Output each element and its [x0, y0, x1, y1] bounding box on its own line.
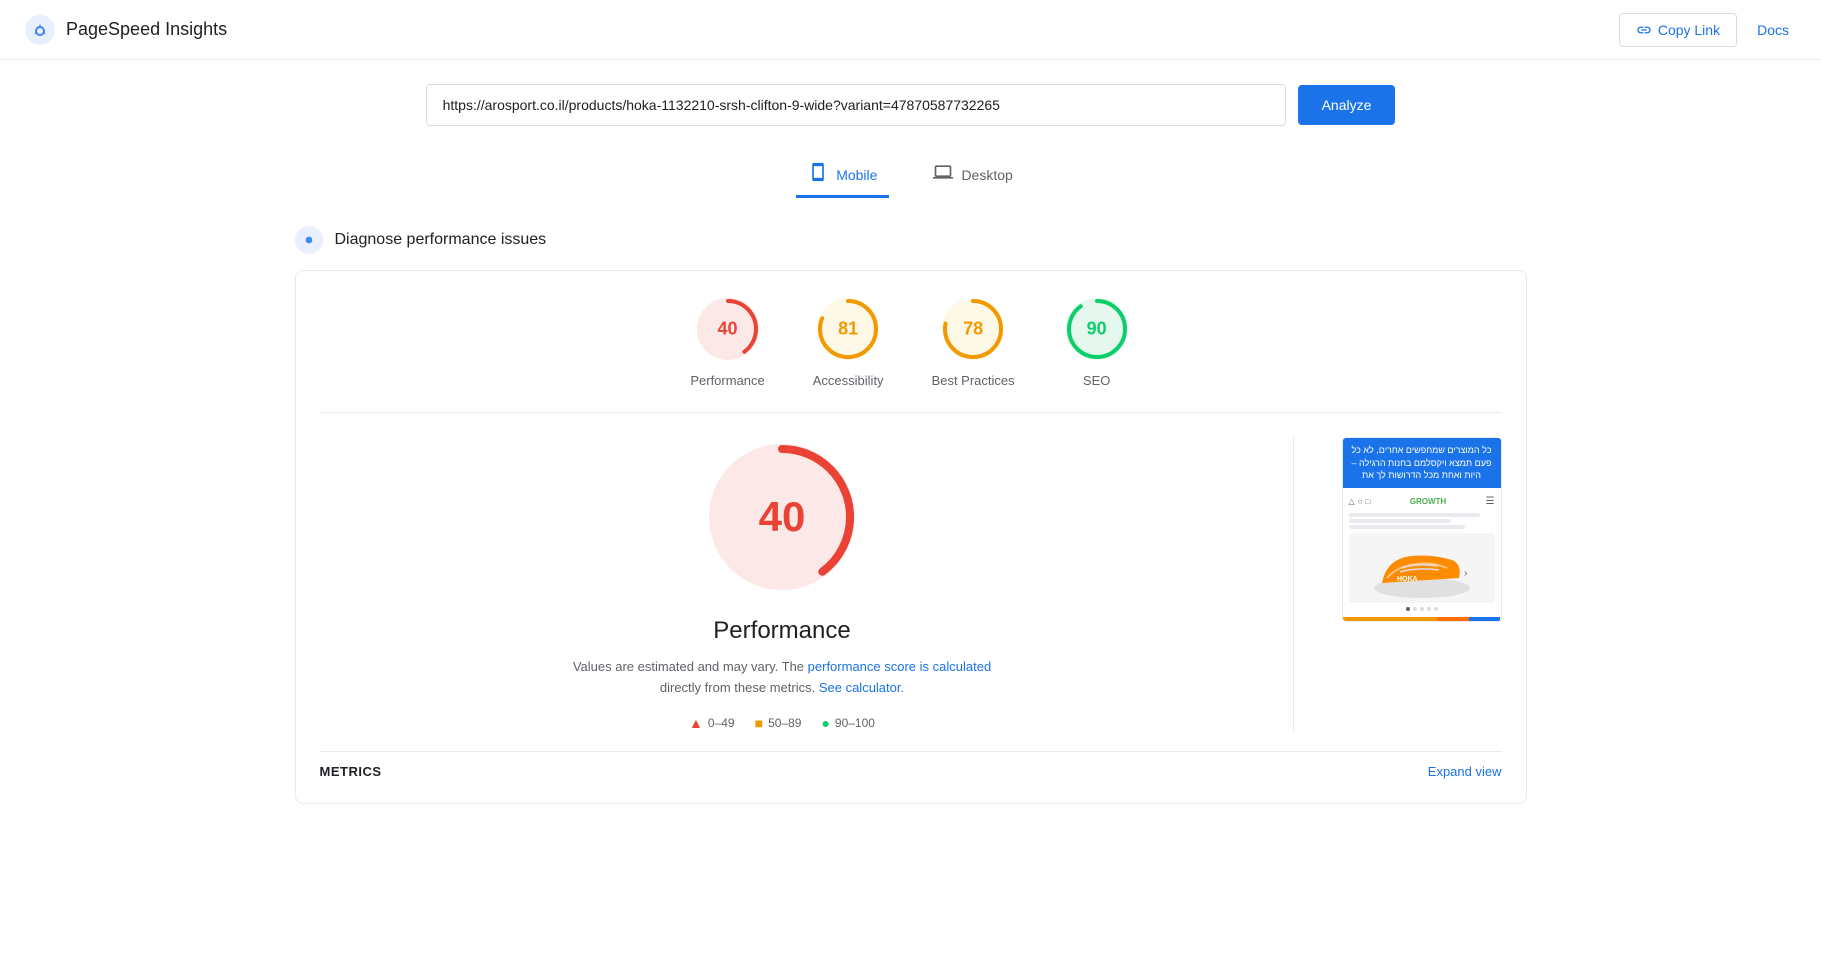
screenshot-banner: כל המוצרים שמחפשים אחרים, לא כל פעם תמצא… — [1343, 438, 1501, 488]
legend-red: ▲ 0–49 — [689, 715, 735, 731]
score-item-accessibility[interactable]: 81 Accessibility — [813, 295, 884, 388]
screenshot-dots — [1349, 607, 1495, 611]
detail-title: Performance — [713, 617, 850, 645]
url-bar-container: Analyze — [295, 84, 1527, 126]
score-item-performance[interactable]: 40 Performance — [690, 295, 764, 388]
expand-view-link[interactable]: Expand view — [1428, 764, 1502, 779]
color-bar-blue — [1469, 617, 1501, 621]
svg-text:›: › — [1464, 568, 1467, 579]
best-practices-circle: 78 — [939, 295, 1007, 363]
screenshot-shoe-area: HOKA › — [1349, 533, 1495, 603]
legend-red-range: 0–49 — [708, 716, 735, 730]
performance-score-link[interactable]: performance score is calculated — [808, 659, 992, 674]
dot-2 — [1413, 607, 1417, 611]
detail-section: 40 Performance Values are estimated and … — [320, 437, 1502, 731]
header: PageSpeed Insights Copy Link Docs — [0, 0, 1821, 60]
section-header: Diagnose performance issues — [295, 226, 1527, 254]
orange-square-icon: ■ — [755, 715, 763, 731]
red-triangle-icon: ▲ — [689, 715, 703, 731]
scores-row: 40 Performance 81 Accessibility — [320, 295, 1502, 413]
screenshot-text-lines — [1349, 513, 1495, 529]
copy-link-label: Copy Link — [1658, 22, 1720, 38]
color-bar — [1343, 617, 1501, 621]
detail-right: כל המוצרים שמחפשים אחרים, לא כל פעם תמצא… — [1342, 437, 1502, 731]
accessibility-circle: 81 — [814, 295, 882, 363]
vertical-divider — [1293, 437, 1294, 731]
mobile-icon — [808, 162, 828, 187]
big-score-circle: 40 — [702, 437, 862, 597]
tabs-container: Mobile Desktop — [295, 154, 1527, 198]
copy-link-button[interactable]: Copy Link — [1619, 13, 1737, 47]
screenshot-nav: △ ○ □ GROWTH ☰ — [1349, 494, 1495, 509]
svg-text:HOKA: HOKA — [1397, 576, 1418, 583]
logo-icon — [24, 14, 56, 46]
main-content: Analyze Mobile Desktop — [271, 60, 1551, 828]
link-icon — [1636, 22, 1652, 38]
legend-green-range: 90–100 — [835, 716, 875, 730]
metrics-label: METRICS — [320, 764, 382, 779]
section-title: Diagnose performance issues — [335, 231, 547, 249]
score-card: 40 Performance 81 Accessibility — [295, 270, 1527, 804]
performance-circle: 40 — [694, 295, 762, 363]
screenshot-banner-text: כל המוצרים שמחפשים אחרים, לא כל פעם תמצא… — [1352, 445, 1492, 480]
desktop-icon — [933, 162, 953, 187]
detail-left: 40 Performance Values are estimated and … — [320, 437, 1245, 731]
docs-button[interactable]: Docs — [1749, 14, 1797, 46]
performance-label: Performance — [690, 373, 764, 388]
legend-green: ● 90–100 — [821, 715, 875, 731]
header-actions: Copy Link Docs — [1619, 13, 1797, 47]
dot-4 — [1427, 607, 1431, 611]
screenshot-nav-icons: △ ○ □ — [1349, 497, 1371, 506]
analyze-button[interactable]: Analyze — [1298, 85, 1396, 125]
calculator-link[interactable]: See calculator. — [819, 680, 904, 695]
best-practices-score: 78 — [963, 319, 983, 340]
seo-circle: 90 — [1063, 295, 1131, 363]
legend-orange: ■ 50–89 — [755, 715, 802, 731]
desktop-tab-label: Desktop — [961, 167, 1012, 183]
logo-area: PageSpeed Insights — [24, 14, 227, 46]
color-bar-yellow — [1343, 617, 1438, 621]
section-icon — [295, 226, 323, 254]
url-input[interactable] — [426, 84, 1286, 126]
performance-score: 40 — [718, 319, 738, 340]
legend-row: ▲ 0–49 ■ 50–89 ● 90–100 — [689, 715, 875, 731]
shoe-image: HOKA › — [1367, 538, 1477, 598]
seo-score: 90 — [1087, 319, 1107, 340]
text-line-3 — [1349, 525, 1466, 529]
tab-mobile[interactable]: Mobile — [796, 154, 889, 198]
app-title: PageSpeed Insights — [66, 19, 227, 40]
dot-1 — [1406, 607, 1410, 611]
score-item-best-practices[interactable]: 78 Best Practices — [932, 295, 1015, 388]
green-circle-icon: ● — [821, 715, 829, 731]
tab-desktop[interactable]: Desktop — [921, 154, 1024, 198]
legend-orange-range: 50–89 — [768, 716, 801, 730]
detail-description: Values are estimated and may vary. The p… — [562, 657, 1002, 699]
big-performance-score: 40 — [759, 493, 806, 541]
text-line-2 — [1349, 519, 1451, 523]
dot-5 — [1434, 607, 1438, 611]
seo-label: SEO — [1083, 373, 1110, 388]
color-bar-orange — [1437, 617, 1469, 621]
screenshot-container: כל המוצרים שמחפשים אחרים, לא כל פעם תמצא… — [1342, 437, 1502, 622]
screenshot-menu-icon: ☰ — [1486, 496, 1495, 507]
screenshot-body: △ ○ □ GROWTH ☰ — [1343, 488, 1501, 617]
metrics-bar: METRICS Expand view — [320, 751, 1502, 779]
text-line-1 — [1349, 513, 1480, 517]
screenshot-logo: GROWTH — [1410, 497, 1446, 506]
mobile-tab-label: Mobile — [836, 167, 877, 183]
score-item-seo[interactable]: 90 SEO — [1063, 295, 1131, 388]
best-practices-label: Best Practices — [932, 373, 1015, 388]
dot-3 — [1420, 607, 1424, 611]
accessibility-label: Accessibility — [813, 373, 884, 388]
accessibility-score: 81 — [838, 319, 858, 340]
